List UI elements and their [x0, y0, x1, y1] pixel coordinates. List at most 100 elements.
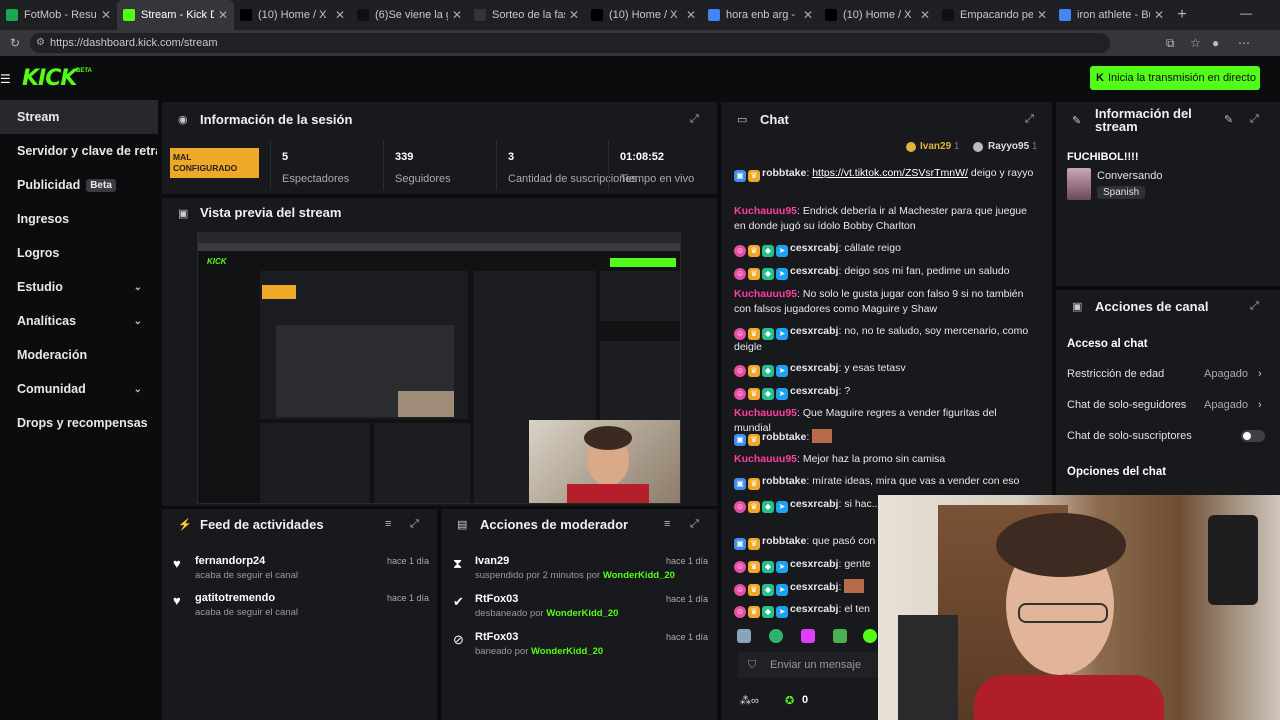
- menu-icon[interactable]: ☰: [0, 72, 11, 86]
- more-menu-icon[interactable]: ⋯: [1238, 36, 1250, 50]
- moderator-name[interactable]: WonderKidd_20: [546, 608, 618, 619]
- glasses: [1018, 603, 1108, 623]
- chat-username[interactable]: cesxrcabj: [790, 265, 838, 277]
- chat-username[interactable]: Kuchauuu95: [734, 288, 797, 300]
- channel-setting-value[interactable]: Apagado: [1204, 399, 1248, 411]
- browser-tab[interactable]: Empacando pedidos ✕: [936, 0, 1053, 30]
- browser-tab[interactable]: (10) Home / X ✕: [234, 0, 351, 30]
- close-icon[interactable]: ✕: [452, 8, 462, 22]
- browser-tab[interactable]: FotMob - Resultado ✕: [0, 0, 117, 30]
- close-icon[interactable]: ✕: [920, 8, 930, 22]
- expand-icon[interactable]: ⤢: [690, 113, 699, 126]
- chevron-down-icon[interactable]: ⌄: [134, 384, 142, 395]
- mod-target-user[interactable]: RtFox03: [475, 631, 518, 643]
- sidebar-item[interactable]: Stream: [0, 100, 158, 134]
- chat-username[interactable]: cesxrcabj: [790, 325, 838, 337]
- close-icon[interactable]: ✕: [569, 8, 579, 22]
- browser-tab[interactable]: Sorteo de la fase lig ✕: [468, 0, 585, 30]
- chat-username[interactable]: Kuchauuu95: [734, 407, 797, 419]
- browser-tab[interactable]: (10) Home / X ✕: [585, 0, 702, 30]
- chat-badge-icon: ◆: [762, 561, 774, 573]
- sidebar-item[interactable]: Publicidad Beta: [0, 168, 158, 202]
- sidebar-item[interactable]: Moderación: [0, 338, 158, 372]
- browser-tab[interactable]: Stream - Kick Dashb ✕: [117, 0, 234, 30]
- close-icon[interactable]: ✕: [335, 8, 345, 22]
- close-icon[interactable]: ✕: [1037, 8, 1047, 22]
- channel-setting-label[interactable]: Chat de solo-seguidores: [1067, 399, 1186, 411]
- close-icon[interactable]: ✕: [686, 8, 696, 22]
- emote-icon[interactable]: [769, 629, 783, 643]
- chat-username[interactable]: cesxrcabj: [790, 581, 838, 593]
- browser-tab[interactable]: hora enb arg - Búsq ✕: [702, 0, 819, 30]
- edit-icon[interactable]: ✎: [1224, 113, 1233, 126]
- sidebar-item[interactable]: Analíticas ⌄: [0, 304, 158, 338]
- chat-username[interactable]: cesxrcabj: [790, 362, 838, 374]
- emote-icon[interactable]: [801, 629, 815, 643]
- chevron-down-icon[interactable]: ⌄: [134, 316, 142, 327]
- chevron-right-icon[interactable]: ›: [1258, 368, 1262, 380]
- favorites-icon[interactable]: ☆: [1190, 36, 1201, 50]
- expand-icon[interactable]: ⤢: [690, 518, 699, 531]
- close-icon[interactable]: ✕: [803, 8, 813, 22]
- moderator-name[interactable]: WonderKidd_20: [531, 646, 603, 657]
- subscribers-only-toggle[interactable]: [1241, 430, 1265, 442]
- chevron-down-icon[interactable]: ⌄: [134, 282, 142, 293]
- close-icon[interactable]: ✕: [1154, 8, 1164, 22]
- mod-target-user[interactable]: RtFox03: [475, 593, 518, 605]
- browser-tab[interactable]: (6)Se viene la guerra ✕: [351, 0, 468, 30]
- emote-icon[interactable]: [833, 629, 847, 643]
- channel-setting-label[interactable]: Restricción de edad: [1067, 368, 1164, 380]
- url-field[interactable]: ⚙ https://dashboard.kick.com/stream: [30, 33, 1110, 53]
- channel-setting-label[interactable]: Chat de solo-suscriptores: [1067, 430, 1192, 442]
- chat-username[interactable]: cesxrcabj: [790, 603, 838, 615]
- sidebar-item[interactable]: Logros: [0, 236, 158, 270]
- channel-setting-value[interactable]: Apagado: [1204, 368, 1248, 380]
- browser-tab[interactable]: (10) Home / X ✕: [819, 0, 936, 30]
- feed-username[interactable]: gatitotremendo: [195, 592, 275, 604]
- chat-username[interactable]: cesxrcabj: [790, 498, 838, 510]
- minimize-icon[interactable]: —: [1240, 6, 1252, 20]
- close-icon[interactable]: ✕: [101, 8, 111, 22]
- chat-username[interactable]: robbtake: [762, 431, 806, 443]
- kick-logo[interactable]: KICK: [22, 66, 77, 91]
- sidebar-item[interactable]: Comunidad ⌄: [0, 372, 158, 406]
- site-info-icon[interactable]: ⚙: [36, 33, 45, 53]
- chat-username[interactable]: robbtake: [762, 167, 806, 179]
- chat-link[interactable]: https://vt.tiktok.com/ZSVsrTmnW/: [812, 167, 968, 179]
- sidebar-item[interactable]: Servidor y clave de retransmisión: [0, 134, 158, 168]
- filter-icon[interactable]: ≡: [664, 518, 670, 530]
- extensions-icon[interactable]: ⧉: [1166, 36, 1175, 51]
- chat-username[interactable]: cesxrcabj: [790, 242, 838, 254]
- emote-icon[interactable]: [737, 629, 751, 643]
- emote-icon[interactable]: [863, 629, 877, 643]
- filter-icon[interactable]: ≡: [385, 518, 391, 530]
- chat-username[interactable]: cesxrcabj: [790, 558, 838, 570]
- chevron-right-icon[interactable]: ›: [1258, 399, 1262, 411]
- chat-username[interactable]: robbtake: [762, 475, 806, 487]
- chat-message-input[interactable]: ⛉ Enviar un mensaje: [738, 652, 878, 678]
- browser-tab[interactable]: iron athlete - Búsqu ✕: [1053, 0, 1170, 30]
- moderator-name[interactable]: WonderKidd_20: [603, 570, 675, 581]
- expand-icon[interactable]: ⤢: [410, 518, 419, 531]
- sidebar-item[interactable]: Ingresos: [0, 202, 158, 236]
- expand-icon[interactable]: ⤢: [1250, 300, 1259, 313]
- expand-icon[interactable]: ⤢: [1025, 113, 1034, 126]
- pinned-user[interactable]: Rayyo95 1: [988, 141, 1037, 152]
- pinned-user[interactable]: Ivan29 1: [920, 141, 959, 152]
- feed-username[interactable]: fernandorp24: [195, 555, 265, 567]
- close-icon[interactable]: ✕: [218, 8, 228, 22]
- new-tab-button[interactable]: +: [1170, 6, 1194, 24]
- mod-target-user[interactable]: Ivan29: [475, 555, 509, 567]
- chat-users-icon[interactable]: ⁂∞: [740, 694, 759, 707]
- chat-username[interactable]: cesxrcabj: [790, 385, 838, 397]
- reload-icon[interactable]: ↻: [10, 36, 20, 50]
- expand-icon[interactable]: ⤢: [1250, 113, 1259, 126]
- sidebar-item[interactable]: Drops y recompensas: [0, 406, 158, 440]
- chat-username[interactable]: Kuchauuu95: [734, 205, 797, 217]
- chat-username[interactable]: robbtake: [762, 535, 806, 547]
- profile-avatar-icon[interactable]: ●: [1212, 36, 1219, 50]
- stream-preview-video[interactable]: KICK: [197, 232, 681, 504]
- chat-username[interactable]: Kuchauuu95: [734, 453, 797, 465]
- sidebar-item[interactable]: Estudio ⌄: [0, 270, 158, 304]
- go-live-button[interactable]: K Inicia la transmisión en directo: [1090, 66, 1260, 90]
